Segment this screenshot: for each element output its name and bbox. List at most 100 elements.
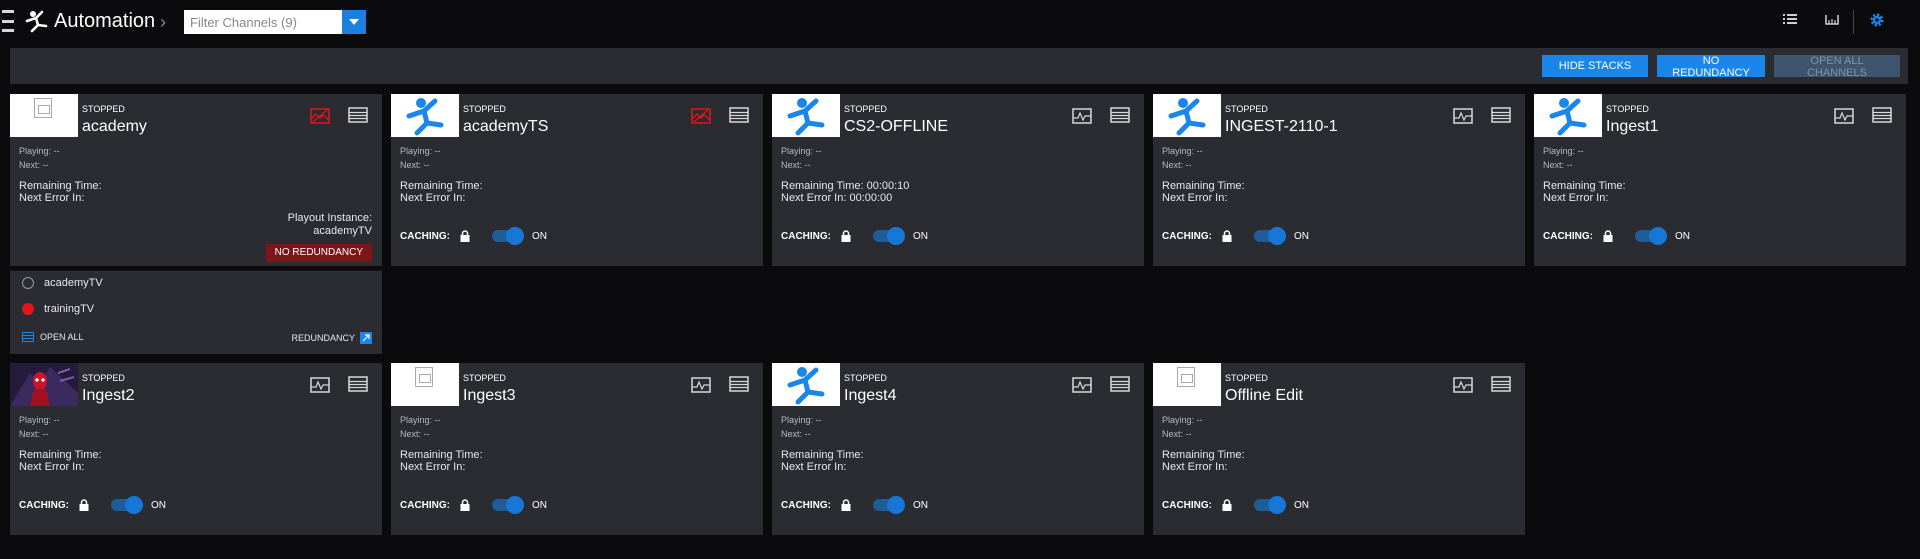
stack-item[interactable]: academyTV xyxy=(22,277,103,289)
no-redundancy-badge: NO REDUNDANCY xyxy=(265,244,372,262)
playlist-icon[interactable] xyxy=(1110,107,1130,123)
caching-control: CACHING: ON xyxy=(19,495,166,515)
channels-toolbar: HIDE STACKS NO REDUNDANCY OPEN ALL CHANN… xyxy=(10,48,1908,84)
remaining-time-label: Remaining Time: 00:00:10 xyxy=(781,180,910,192)
playlist-icon[interactable] xyxy=(729,107,749,123)
redundancy-label: REDUNDANCY xyxy=(291,333,355,343)
ruler-icon[interactable] xyxy=(1825,13,1839,25)
caching-state: ON xyxy=(151,499,166,511)
caching-control: CACHING: ON xyxy=(1162,226,1309,246)
signal-alert-icon[interactable] xyxy=(310,108,330,124)
open-all-link[interactable]: OPEN ALL xyxy=(22,332,84,342)
video-frame-thumbnail xyxy=(10,363,78,406)
remaining-time-label: Remaining Time: xyxy=(400,180,483,192)
caching-state: ON xyxy=(1294,499,1309,511)
next-error-label: Next Error In: xyxy=(1543,192,1609,204)
chevron-right-icon: › xyxy=(160,12,166,32)
remaining-time-label: Remaining Time: xyxy=(1543,180,1626,192)
open-all-channels-button[interactable]: OPEN ALL CHANNELS xyxy=(1774,55,1900,79)
channel-name: academy xyxy=(82,118,147,135)
signal-alert-icon[interactable] xyxy=(691,108,711,124)
open-all-label: OPEN ALL xyxy=(40,332,84,342)
next-error-label: Next Error In: xyxy=(400,461,466,473)
caching-control: CACHING: ON xyxy=(1162,495,1309,515)
playlist-icon[interactable] xyxy=(1491,107,1511,123)
playlist-icon[interactable] xyxy=(1872,107,1892,123)
playlist-icon[interactable] xyxy=(1491,376,1511,392)
signal-monitor-icon[interactable] xyxy=(1834,108,1854,124)
channel-status: STOPPED xyxy=(1225,104,1268,114)
caching-toggle[interactable] xyxy=(492,227,524,245)
runner-logo-icon xyxy=(787,98,825,136)
channel-card[interactable]: STOPPED academyTS Playing: -- Next: -- R… xyxy=(391,94,763,266)
no-redundancy-button[interactable]: NO REDUNDANCY xyxy=(1657,55,1765,79)
menu-icon[interactable] xyxy=(2,10,14,32)
caching-toggle[interactable] xyxy=(873,227,905,245)
channel-thumbnail xyxy=(10,363,78,406)
signal-monitor-icon[interactable] xyxy=(1072,377,1092,393)
channel-filter[interactable] xyxy=(184,10,366,34)
channel-thumbnail xyxy=(391,363,459,406)
signal-monitor-icon[interactable] xyxy=(1453,108,1473,124)
active-status-icon xyxy=(22,303,34,315)
channel-card[interactable]: STOPPED INGEST-2110-1 Playing: -- Next: … xyxy=(1153,94,1525,266)
channel-card[interactable]: STOPPED Offline Edit Playing: -- Next: -… xyxy=(1153,363,1525,535)
channel-card[interactable]: STOPPED Ingest2 Playing: -- Next: -- Rem… xyxy=(10,363,382,535)
caching-state: ON xyxy=(1675,230,1690,242)
signal-monitor-icon[interactable] xyxy=(1453,377,1473,393)
channel-card[interactable]: STOPPED Ingest4 Playing: -- Next: -- Rem… xyxy=(772,363,1144,535)
channel-status: STOPPED xyxy=(844,373,887,383)
caching-control: CACHING: ON xyxy=(400,226,547,246)
playlist-icon[interactable] xyxy=(729,376,749,392)
channel-card[interactable]: STOPPED Ingest1 Playing: -- Next: -- Rem… xyxy=(1534,94,1906,266)
redundancy-toggle[interactable]: REDUNDANCY xyxy=(291,332,372,344)
playlist-icon[interactable] xyxy=(348,107,368,123)
hide-stacks-button[interactable]: HIDE STACKS xyxy=(1542,55,1648,77)
placeholder-doc-icon xyxy=(1177,367,1195,387)
caching-state: ON xyxy=(532,230,547,242)
signal-monitor-icon[interactable] xyxy=(691,377,711,393)
runner-logo-icon xyxy=(406,98,444,136)
lock-icon xyxy=(460,499,470,511)
redundancy-checkbox-icon[interactable] xyxy=(360,332,372,344)
caching-state: ON xyxy=(913,230,928,242)
channel-card[interactable]: STOPPED Ingest3 Playing: -- Next: -- Rem… xyxy=(391,363,763,535)
filter-dropdown-button[interactable] xyxy=(342,10,366,34)
next-label: Next: -- xyxy=(781,160,811,170)
filter-channels-input[interactable] xyxy=(184,10,340,34)
caching-label: CACHING: xyxy=(400,499,450,511)
caching-toggle[interactable] xyxy=(1254,227,1286,245)
channel-name: Offline Edit xyxy=(1225,387,1303,404)
caching-toggle[interactable] xyxy=(111,496,143,514)
caching-toggle[interactable] xyxy=(1254,496,1286,514)
caching-toggle[interactable] xyxy=(492,496,524,514)
playing-label: Playing: -- xyxy=(1543,146,1584,156)
signal-monitor-icon[interactable] xyxy=(310,377,330,393)
channel-status: STOPPED xyxy=(463,373,506,383)
lock-icon xyxy=(1603,230,1613,242)
lock-icon xyxy=(79,499,89,511)
playlist-icon[interactable] xyxy=(1110,376,1130,392)
playing-label: Playing: -- xyxy=(1162,415,1203,425)
channel-card[interactable]: STOPPED academy Playing: -- Next: -- Rem… xyxy=(10,94,382,266)
lock-icon xyxy=(841,230,851,242)
caching-control: CACHING: ON xyxy=(781,495,928,515)
channel-name: INGEST-2110-1 xyxy=(1225,118,1338,135)
caching-state: ON xyxy=(532,499,547,511)
caching-toggle[interactable] xyxy=(873,496,905,514)
signal-monitor-icon[interactable] xyxy=(1072,108,1092,124)
toolbar-divider xyxy=(1853,10,1854,34)
next-error-label: Next Error In: xyxy=(781,461,847,473)
caching-label: CACHING: xyxy=(400,230,450,242)
caching-toggle[interactable] xyxy=(1635,227,1667,245)
gear-icon[interactable] xyxy=(1869,12,1885,28)
list-view-icon[interactable] xyxy=(1783,13,1797,25)
lock-icon xyxy=(1222,230,1232,242)
channel-name: Ingest4 xyxy=(844,387,897,404)
runner-logo-icon xyxy=(1549,98,1587,136)
stack-item[interactable]: trainingTV xyxy=(22,303,94,315)
playing-label: Playing: -- xyxy=(400,415,441,425)
channel-card[interactable]: STOPPED CS2-OFFLINE Playing: -- Next: --… xyxy=(772,94,1144,266)
playout-instance-value: academyTV xyxy=(313,225,372,237)
playlist-icon[interactable] xyxy=(348,376,368,392)
